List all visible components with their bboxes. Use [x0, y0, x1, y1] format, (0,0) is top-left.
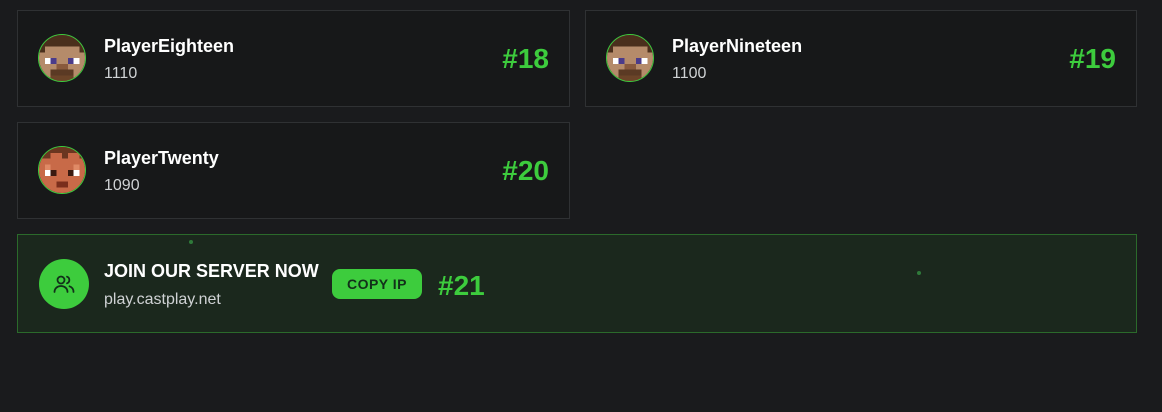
player-card-19[interactable]: PlayerNineteen 1100 #19	[585, 10, 1137, 107]
player-score: 1110	[104, 65, 138, 82]
player-avatar	[38, 34, 86, 82]
player-rank: #19	[1069, 43, 1116, 74]
player-rank: #18	[502, 43, 549, 74]
player-avatar	[606, 34, 654, 82]
steve-skin-icon	[39, 35, 85, 81]
player-score: 1100	[672, 65, 707, 82]
player-score: 1090	[104, 177, 140, 194]
orange-skin-icon	[39, 147, 85, 193]
player-card-18[interactable]: PlayerEighteen 1110 #18	[17, 10, 570, 107]
join-server-card: JOIN OUR SERVER NOW play.castplay.net CO…	[17, 234, 1137, 333]
player-name: PlayerTwenty	[104, 148, 219, 168]
users-icon	[39, 259, 89, 309]
player-avatar	[38, 146, 86, 194]
join-title: JOIN OUR SERVER NOW	[104, 261, 319, 281]
player-name: PlayerNineteen	[672, 36, 803, 56]
copy-ip-button[interactable]: COPY IP	[332, 269, 422, 299]
join-rank: #21	[438, 270, 485, 301]
player-rank: #20	[502, 155, 549, 186]
player-card-20[interactable]: PlayerTwenty 1090 #20	[17, 122, 570, 219]
decorative-dot	[189, 240, 193, 244]
server-ip: play.castplay.net	[104, 291, 221, 308]
decorative-dot	[917, 271, 921, 275]
steve-skin-icon	[607, 35, 653, 81]
player-name: PlayerEighteen	[104, 36, 235, 56]
